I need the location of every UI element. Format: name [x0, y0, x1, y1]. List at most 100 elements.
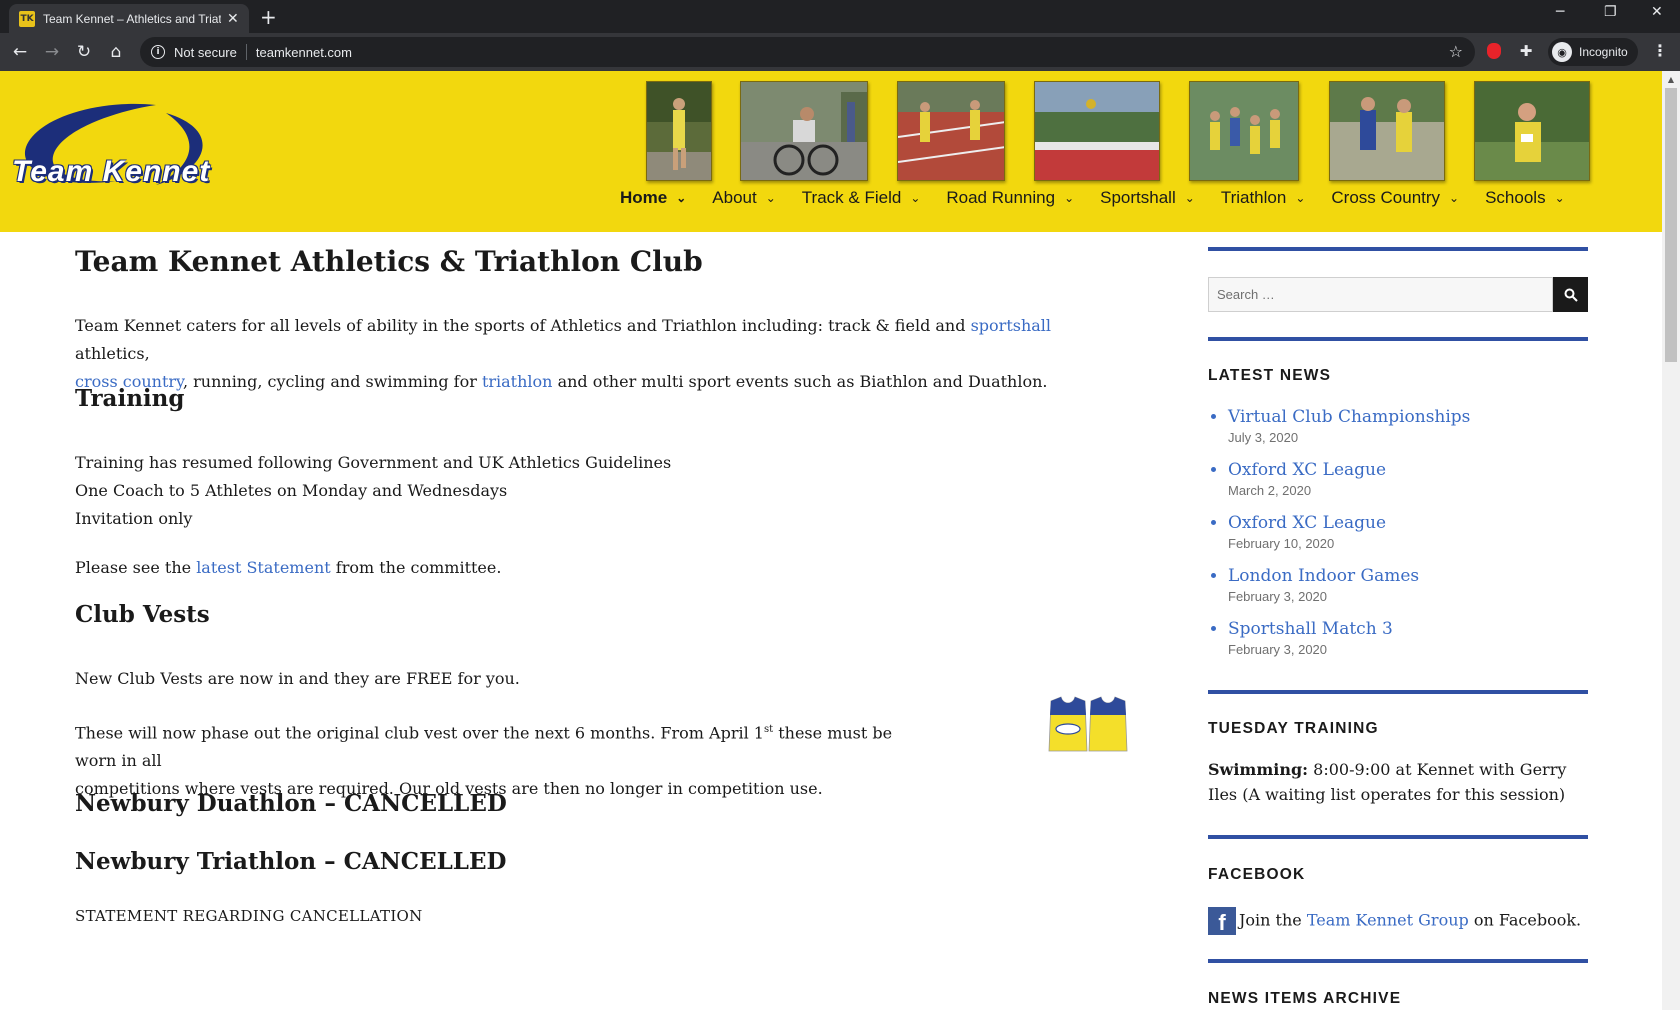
triathlon-cancelled-heading: Newbury Triathlon – CANCELLED [75, 848, 507, 875]
nav-cross-country[interactable]: Cross Country ⌄ [1331, 188, 1459, 208]
chevron-down-icon[interactable]: ⌄ [1064, 191, 1074, 205]
chevron-down-icon[interactable]: ⌄ [676, 191, 686, 205]
incognito-icon: ◉ [1552, 42, 1572, 62]
facebook-text: f Join the Team Kennet Group on Facebook. [1208, 907, 1581, 935]
address-bar[interactable]: i Not secure teamkennet.com ☆ [140, 37, 1475, 67]
url-text[interactable]: teamkennet.com [256, 45, 352, 60]
news-link[interactable]: Virtual Club Championships [1228, 407, 1470, 427]
incognito-profile-button[interactable]: ◉ Incognito [1548, 38, 1638, 66]
team-kennet-logo[interactable]: Team Kennet [6, 99, 246, 199]
nav-label: Schools [1485, 188, 1546, 207]
omnibox-divider [245, 44, 247, 60]
nav-road-running[interactable]: Road Running ⌄ [946, 188, 1074, 208]
tuesday-training-text: Swimming: 8:00-9:00 at Kennet with Gerry… [1208, 757, 1566, 807]
reload-icon[interactable]: ↻ [72, 40, 96, 64]
news-date: February 3, 2020 [1228, 642, 1328, 657]
browser-tab-strip: TK Team Kennet – Athletics and Triat ✕ +… [0, 0, 1680, 33]
minimize-icon[interactable]: ─ [1556, 4, 1564, 20]
sportshall-link[interactable]: sportshall [971, 316, 1051, 335]
vests-paragraph-1: New Club Vests are now in and they are F… [75, 669, 520, 688]
logo-text: Team Kennet [12, 155, 211, 188]
window-close-icon[interactable]: ✕ [1651, 4, 1663, 20]
intro-text-3: , running, cycling and swimming for [182, 372, 477, 391]
widget-divider [1208, 337, 1588, 341]
runner-photo[interactable] [646, 81, 712, 181]
track-race-photo[interactable] [897, 81, 1005, 181]
new-tab-button[interactable]: + [260, 5, 277, 29]
nav-label: Home [620, 188, 668, 207]
nav-label: Track & Field [801, 188, 902, 207]
security-status[interactable]: Not secure [174, 45, 237, 60]
facebook-post: on Facebook. [1473, 910, 1582, 930]
triathlon-runners-photo[interactable] [1329, 81, 1445, 181]
news-link[interactable]: Oxford XC League [1228, 513, 1386, 533]
club-vests-image[interactable] [1045, 695, 1131, 755]
intro-text-2: athletics, [75, 344, 150, 363]
widget-divider [1208, 835, 1588, 839]
chevron-down-icon[interactable]: ⌄ [1295, 191, 1305, 205]
cross-country-photo[interactable] [1474, 81, 1590, 181]
cancellation-statement-heading: STATEMENT REGARDING CANCELLATION [75, 907, 423, 925]
club-vests-heading: Club Vests [75, 601, 210, 628]
widget-divider [1208, 247, 1588, 251]
search-input[interactable]: Search … [1208, 277, 1553, 312]
restore-icon[interactable]: ❐ [1604, 4, 1617, 20]
latest-news-title: LATEST NEWS [1208, 367, 1332, 384]
home-icon[interactable]: ⌂ [104, 40, 128, 64]
widget-divider [1208, 959, 1588, 963]
facebook-icon[interactable]: f [1208, 907, 1236, 935]
high-jump-photo[interactable] [1034, 81, 1160, 181]
facebook-pre: Join the [1239, 910, 1302, 930]
chevron-down-icon[interactable]: ⌄ [910, 191, 920, 205]
nav-label: Cross Country [1331, 188, 1441, 207]
team-kennet-group-link[interactable]: Team Kennet Group [1307, 911, 1469, 930]
sportshall-photo[interactable] [1189, 81, 1299, 181]
tuesday-training-title: TUESDAY TRAINING [1208, 720, 1379, 737]
chevron-down-icon[interactable]: ⌄ [1449, 191, 1459, 205]
intro-text-1: Team Kennet caters for all levels of abi… [75, 316, 966, 335]
vests-text-1: These will now phase out the original cl… [75, 723, 764, 743]
training-line-3: Invitation only [75, 509, 193, 528]
facebook-title: FACEBOOK [1208, 866, 1306, 883]
swimming-details-2: Iles (A waiting list operates for this s… [1208, 785, 1566, 804]
vests-superscript: st [763, 724, 774, 735]
nav-track-field[interactable]: Track & Field ⌄ [802, 188, 921, 208]
chevron-down-icon[interactable]: ⌄ [1555, 191, 1565, 205]
browser-menu-icon[interactable]: ⋮ [1652, 41, 1668, 60]
nav-about[interactable]: About ⌄ [712, 188, 776, 208]
triathlon-link[interactable]: triathlon [482, 372, 553, 391]
main-navigation: Home ⌄ About ⌄ Track & Field ⌄ Road Running… [620, 188, 1565, 208]
news-date: July 3, 2020 [1228, 430, 1299, 445]
nav-sportshall[interactable]: Sportshall ⌄ [1100, 188, 1195, 208]
swimming-details: 8:00-9:00 at Kennet with Gerry [1313, 760, 1567, 779]
search-button[interactable] [1553, 277, 1588, 312]
nav-home[interactable]: Home ⌄ [620, 188, 686, 208]
extension-shield-icon[interactable] [1484, 41, 1504, 61]
extensions-puzzle-icon[interactable]: ✚ [1516, 41, 1536, 61]
chevron-down-icon[interactable]: ⌄ [1185, 191, 1195, 205]
news-item: Virtual Club Championships July 3, 2020 [1228, 407, 1470, 460]
news-link[interactable]: London Indoor Games [1228, 566, 1419, 586]
intro-paragraph: Team Kennet caters for all levels of abi… [75, 312, 1125, 396]
tab-close-icon[interactable]: ✕ [227, 11, 239, 27]
training-heading: Training [75, 385, 185, 412]
scroll-up-arrow-icon[interactable]: ▲ [1662, 71, 1680, 87]
training-line-2: One Coach to 5 Athletes on Monday and We… [75, 481, 508, 500]
swimming-label: Swimming: [1208, 760, 1309, 779]
training-paragraph: Training has resumed following Governmen… [75, 449, 671, 533]
news-link[interactable]: Oxford XC League [1228, 460, 1386, 480]
scrollbar-thumb[interactable] [1665, 88, 1677, 362]
browser-tab[interactable]: TK Team Kennet – Athletics and Triat ✕ [9, 4, 249, 33]
search-placeholder: Search … [1217, 287, 1275, 302]
bookmark-star-icon[interactable]: ☆ [1449, 42, 1463, 61]
forward-arrow-icon[interactable]: → [40, 40, 64, 64]
news-link[interactable]: Sportshall Match 3 [1228, 619, 1393, 639]
info-icon[interactable]: i [151, 45, 165, 59]
nav-schools[interactable]: Schools ⌄ [1485, 188, 1565, 208]
intro-text-4: and other multi sport events such as Bia… [557, 372, 1048, 391]
chevron-down-icon[interactable]: ⌄ [766, 191, 776, 205]
latest-statement-link[interactable]: latest Statement [196, 558, 330, 577]
nav-triathlon[interactable]: Triathlon ⌄ [1221, 188, 1306, 208]
back-arrow-icon[interactable]: ← [8, 40, 32, 64]
cyclist-photo[interactable] [740, 81, 868, 181]
